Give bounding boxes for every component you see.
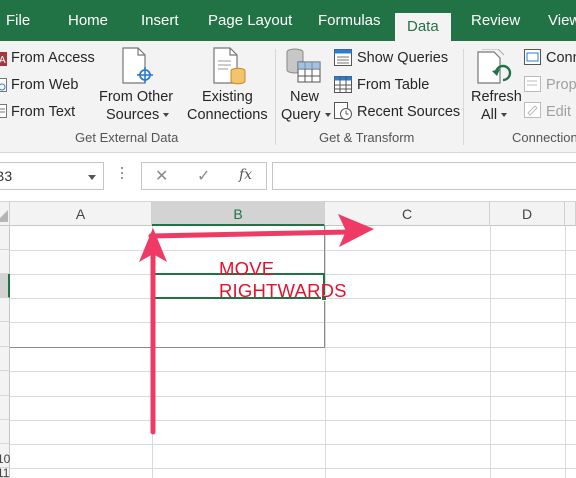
svg-text:A: A — [0, 55, 6, 66]
from-table-label: From Table — [357, 77, 430, 93]
edit-links-label: Edit L — [546, 104, 576, 120]
dropdown-caret-icon — [163, 113, 170, 118]
column-header-d[interactable]: D — [490, 202, 565, 226]
name-box[interactable]: B3 — [0, 162, 104, 190]
web-icon — [0, 78, 7, 92]
group-separator — [275, 49, 276, 145]
tab-formulas[interactable]: Formulas — [318, 0, 381, 41]
name-box-dropdown-icon[interactable] — [88, 175, 96, 180]
column-header-e[interactable] — [565, 202, 576, 226]
row-header[interactable]: 6 — [0, 347, 10, 371]
row-header[interactable]: 7 — [0, 371, 10, 396]
show-queries-label: Show Queries — [357, 50, 449, 66]
group-separator — [463, 49, 464, 145]
column-header-a[interactable]: A — [10, 202, 152, 226]
formula-bar-resize-handle[interactable] — [121, 167, 124, 185]
refresh-icon — [477, 49, 512, 84]
tab-file[interactable]: File — [6, 0, 30, 41]
row-header-selected[interactable]: 3 — [0, 274, 10, 298]
text-file-icon — [0, 104, 7, 118]
tab-review[interactable]: Review — [471, 0, 520, 41]
tab-insert[interactable]: Insert — [141, 0, 179, 41]
row-number: 11 — [0, 466, 10, 478]
edit-links-icon — [524, 102, 541, 118]
other-sources-icon — [122, 47, 153, 84]
row-number: 10 — [0, 452, 11, 466]
tab-home[interactable]: Home — [68, 0, 108, 41]
column-header-b[interactable]: B — [152, 202, 325, 226]
access-icon: A — [0, 52, 7, 66]
from-other-sources-label-1: From Other — [99, 89, 174, 105]
table-icon — [334, 76, 352, 93]
recent-sources-label: Recent Sources — [357, 104, 461, 120]
row-header[interactable]: 11 — [0, 466, 10, 478]
name-box-value: B3 — [0, 168, 13, 184]
cancel-icon[interactable]: ✕ — [155, 166, 168, 186]
from-other-sources-label-2: Sources — [106, 107, 170, 123]
enter-icon[interactable]: ✓ — [197, 166, 210, 186]
row-header[interactable]: 2 — [0, 250, 10, 274]
select-all-triangle-icon — [0, 210, 8, 222]
from-web-label: From Web — [11, 77, 79, 93]
row-header[interactable]: 10 — [0, 444, 10, 468]
group-label-get-external-data: Get External Data — [75, 130, 179, 145]
properties-label: Prop — [546, 77, 576, 93]
properties-icon — [524, 76, 541, 92]
formula-buttons: ✕ ✓ fx — [141, 162, 267, 190]
new-query-icon — [286, 48, 321, 83]
row-header[interactable]: 5 — [0, 322, 10, 347]
tab-page-layout[interactable]: Page Layout — [208, 0, 292, 41]
row-header[interactable]: 4 — [0, 298, 10, 322]
tab-view[interactable]: View — [548, 0, 576, 41]
column-header-c[interactable]: C — [325, 202, 490, 226]
new-query-label-1: New — [290, 89, 320, 105]
from-text-label: From Text — [11, 104, 76, 120]
row-header[interactable]: 9 — [0, 420, 10, 444]
formula-input[interactable] — [272, 162, 576, 190]
connections-label: Conn — [546, 50, 576, 66]
annotation-line-1: MOVE — [219, 258, 275, 279]
dropdown-caret-icon — [501, 113, 508, 118]
group-label-connections: Connection — [512, 130, 576, 145]
connections-icon — [524, 49, 541, 65]
refresh-all-label-1: Refresh — [471, 89, 522, 105]
group-label-get-transform: Get & Transform — [319, 130, 415, 145]
show-queries-icon — [334, 49, 352, 66]
new-query-label-2: Query — [281, 107, 331, 123]
row-header[interactable]: 8 — [0, 396, 10, 420]
row-header[interactable]: 1 — [0, 226, 10, 250]
annotation-text: MOVE RIGHTWARDS — [219, 258, 347, 302]
annotation-line-2: RIGHTWARDS — [219, 280, 347, 301]
existing-connections-label-1: Existing — [202, 89, 253, 105]
select-all-corner[interactable] — [0, 202, 10, 226]
ribbon-tab-bar: File Home Insert Page Layout Formulas Da… — [0, 0, 576, 41]
dropdown-caret-icon — [324, 113, 331, 118]
tab-data[interactable]: Data — [395, 13, 451, 41]
existing-connections-icon — [213, 47, 246, 85]
insert-function-icon[interactable]: fx — [239, 167, 252, 183]
recent-sources-icon — [334, 102, 352, 120]
formula-bar: B3 ✕ ✓ fx — [0, 153, 576, 202]
ribbon-data: A From Access From Web From Text From Ot… — [0, 41, 576, 153]
from-access-label: From Access — [11, 50, 95, 66]
refresh-all-label-2: All — [481, 107, 508, 123]
existing-connections-label-2: Connections — [187, 107, 268, 123]
